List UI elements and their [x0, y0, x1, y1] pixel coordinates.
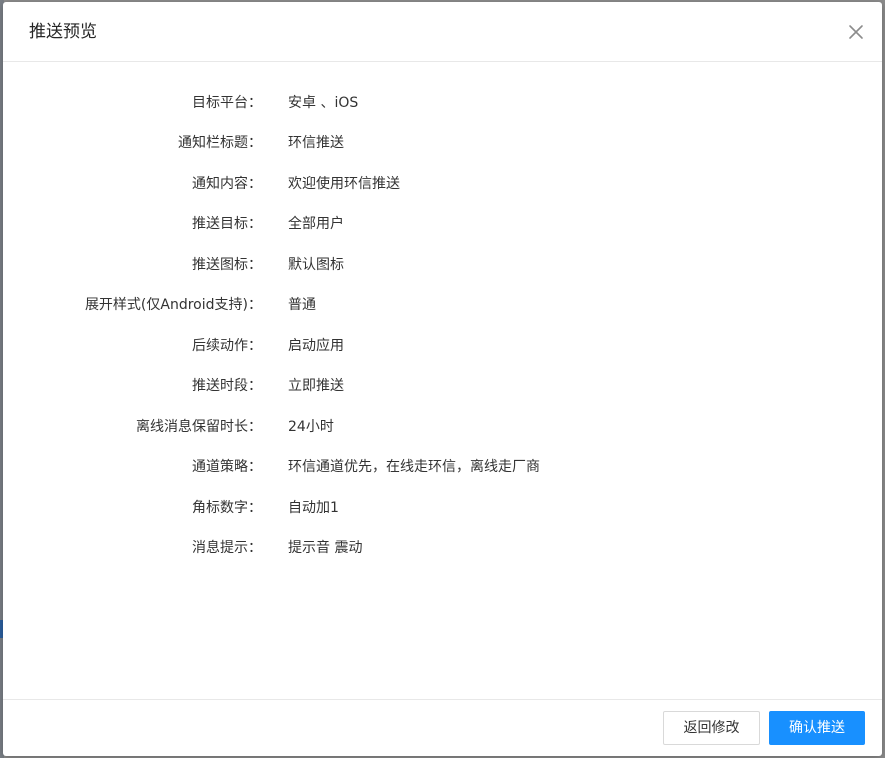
field-row-notification-content: 通知内容： 欢迎使用环信推送: [3, 173, 882, 195]
field-row-push-icon: 推送图标： 默认图标: [3, 254, 882, 276]
field-row-channel-strategy: 通道策略： 环信通道优先，在线走环信，离线走厂商: [3, 456, 882, 478]
confirm-push-button[interactable]: 确认推送: [769, 711, 865, 745]
field-label: 推送图标：: [192, 257, 262, 273]
field-value: 启动应用: [288, 338, 344, 354]
field-label: 通知内容：: [192, 176, 262, 192]
field-row-platform: 目标平台： 安卓 、iOS: [3, 92, 882, 114]
field-row-expand-style: 展开样式(仅Android支持)： 普通: [3, 294, 882, 316]
close-button[interactable]: [844, 20, 868, 44]
dialog-footer: 返回修改 确认推送: [3, 699, 882, 756]
field-value: 自动加1: [288, 500, 339, 516]
field-label: 角标数字：: [192, 500, 262, 516]
close-icon: [849, 25, 863, 39]
field-value: 全部用户: [288, 216, 344, 232]
field-value: 提示音 震动: [288, 540, 363, 556]
field-label: 通道策略：: [192, 459, 262, 475]
field-value: 欢迎使用环信推送: [288, 176, 400, 192]
field-label: 推送目标：: [192, 216, 262, 232]
field-value: 24小时: [288, 419, 334, 435]
field-row-follow-up-action: 后续动作： 启动应用: [3, 335, 882, 357]
dialog-title: 推送预览: [29, 22, 97, 42]
field-value: 安卓 、iOS: [288, 95, 359, 111]
field-value: 默认图标: [288, 257, 344, 273]
field-value: 环信通道优先，在线走环信，离线走厂商: [288, 459, 540, 475]
field-label: 推送时段：: [192, 378, 262, 394]
push-preview-dialog: 推送预览 目标平台： 安卓 、iOS 通知栏标题： 环信推送 通知内容： 欢迎使…: [3, 2, 882, 756]
field-label: 通知栏标题：: [178, 135, 262, 151]
field-row-notification-title: 通知栏标题： 环信推送: [3, 132, 882, 154]
field-label: 展开样式(仅Android支持)：: [84, 297, 262, 313]
field-label: 目标平台：: [192, 95, 262, 111]
field-value: 普通: [288, 297, 316, 313]
field-value: 环信推送: [288, 135, 344, 151]
field-row-push-time: 推送时段： 立即推送: [3, 375, 882, 397]
back-to-edit-button[interactable]: 返回修改: [663, 711, 760, 745]
field-label: 后续动作：: [192, 338, 262, 354]
field-label: 离线消息保留时长：: [136, 419, 262, 435]
field-value: 立即推送: [288, 378, 344, 394]
dialog-body: 目标平台： 安卓 、iOS 通知栏标题： 环信推送 通知内容： 欢迎使用环信推送…: [3, 63, 882, 699]
field-row-message-alert: 消息提示： 提示音 震动: [3, 537, 882, 559]
field-row-push-target: 推送目标： 全部用户: [3, 213, 882, 235]
field-row-offline-retention: 离线消息保留时长： 24小时: [3, 416, 882, 438]
field-row-badge-number: 角标数字： 自动加1: [3, 497, 882, 519]
field-label: 消息提示：: [192, 540, 262, 556]
dialog-header: 推送预览: [3, 2, 882, 62]
